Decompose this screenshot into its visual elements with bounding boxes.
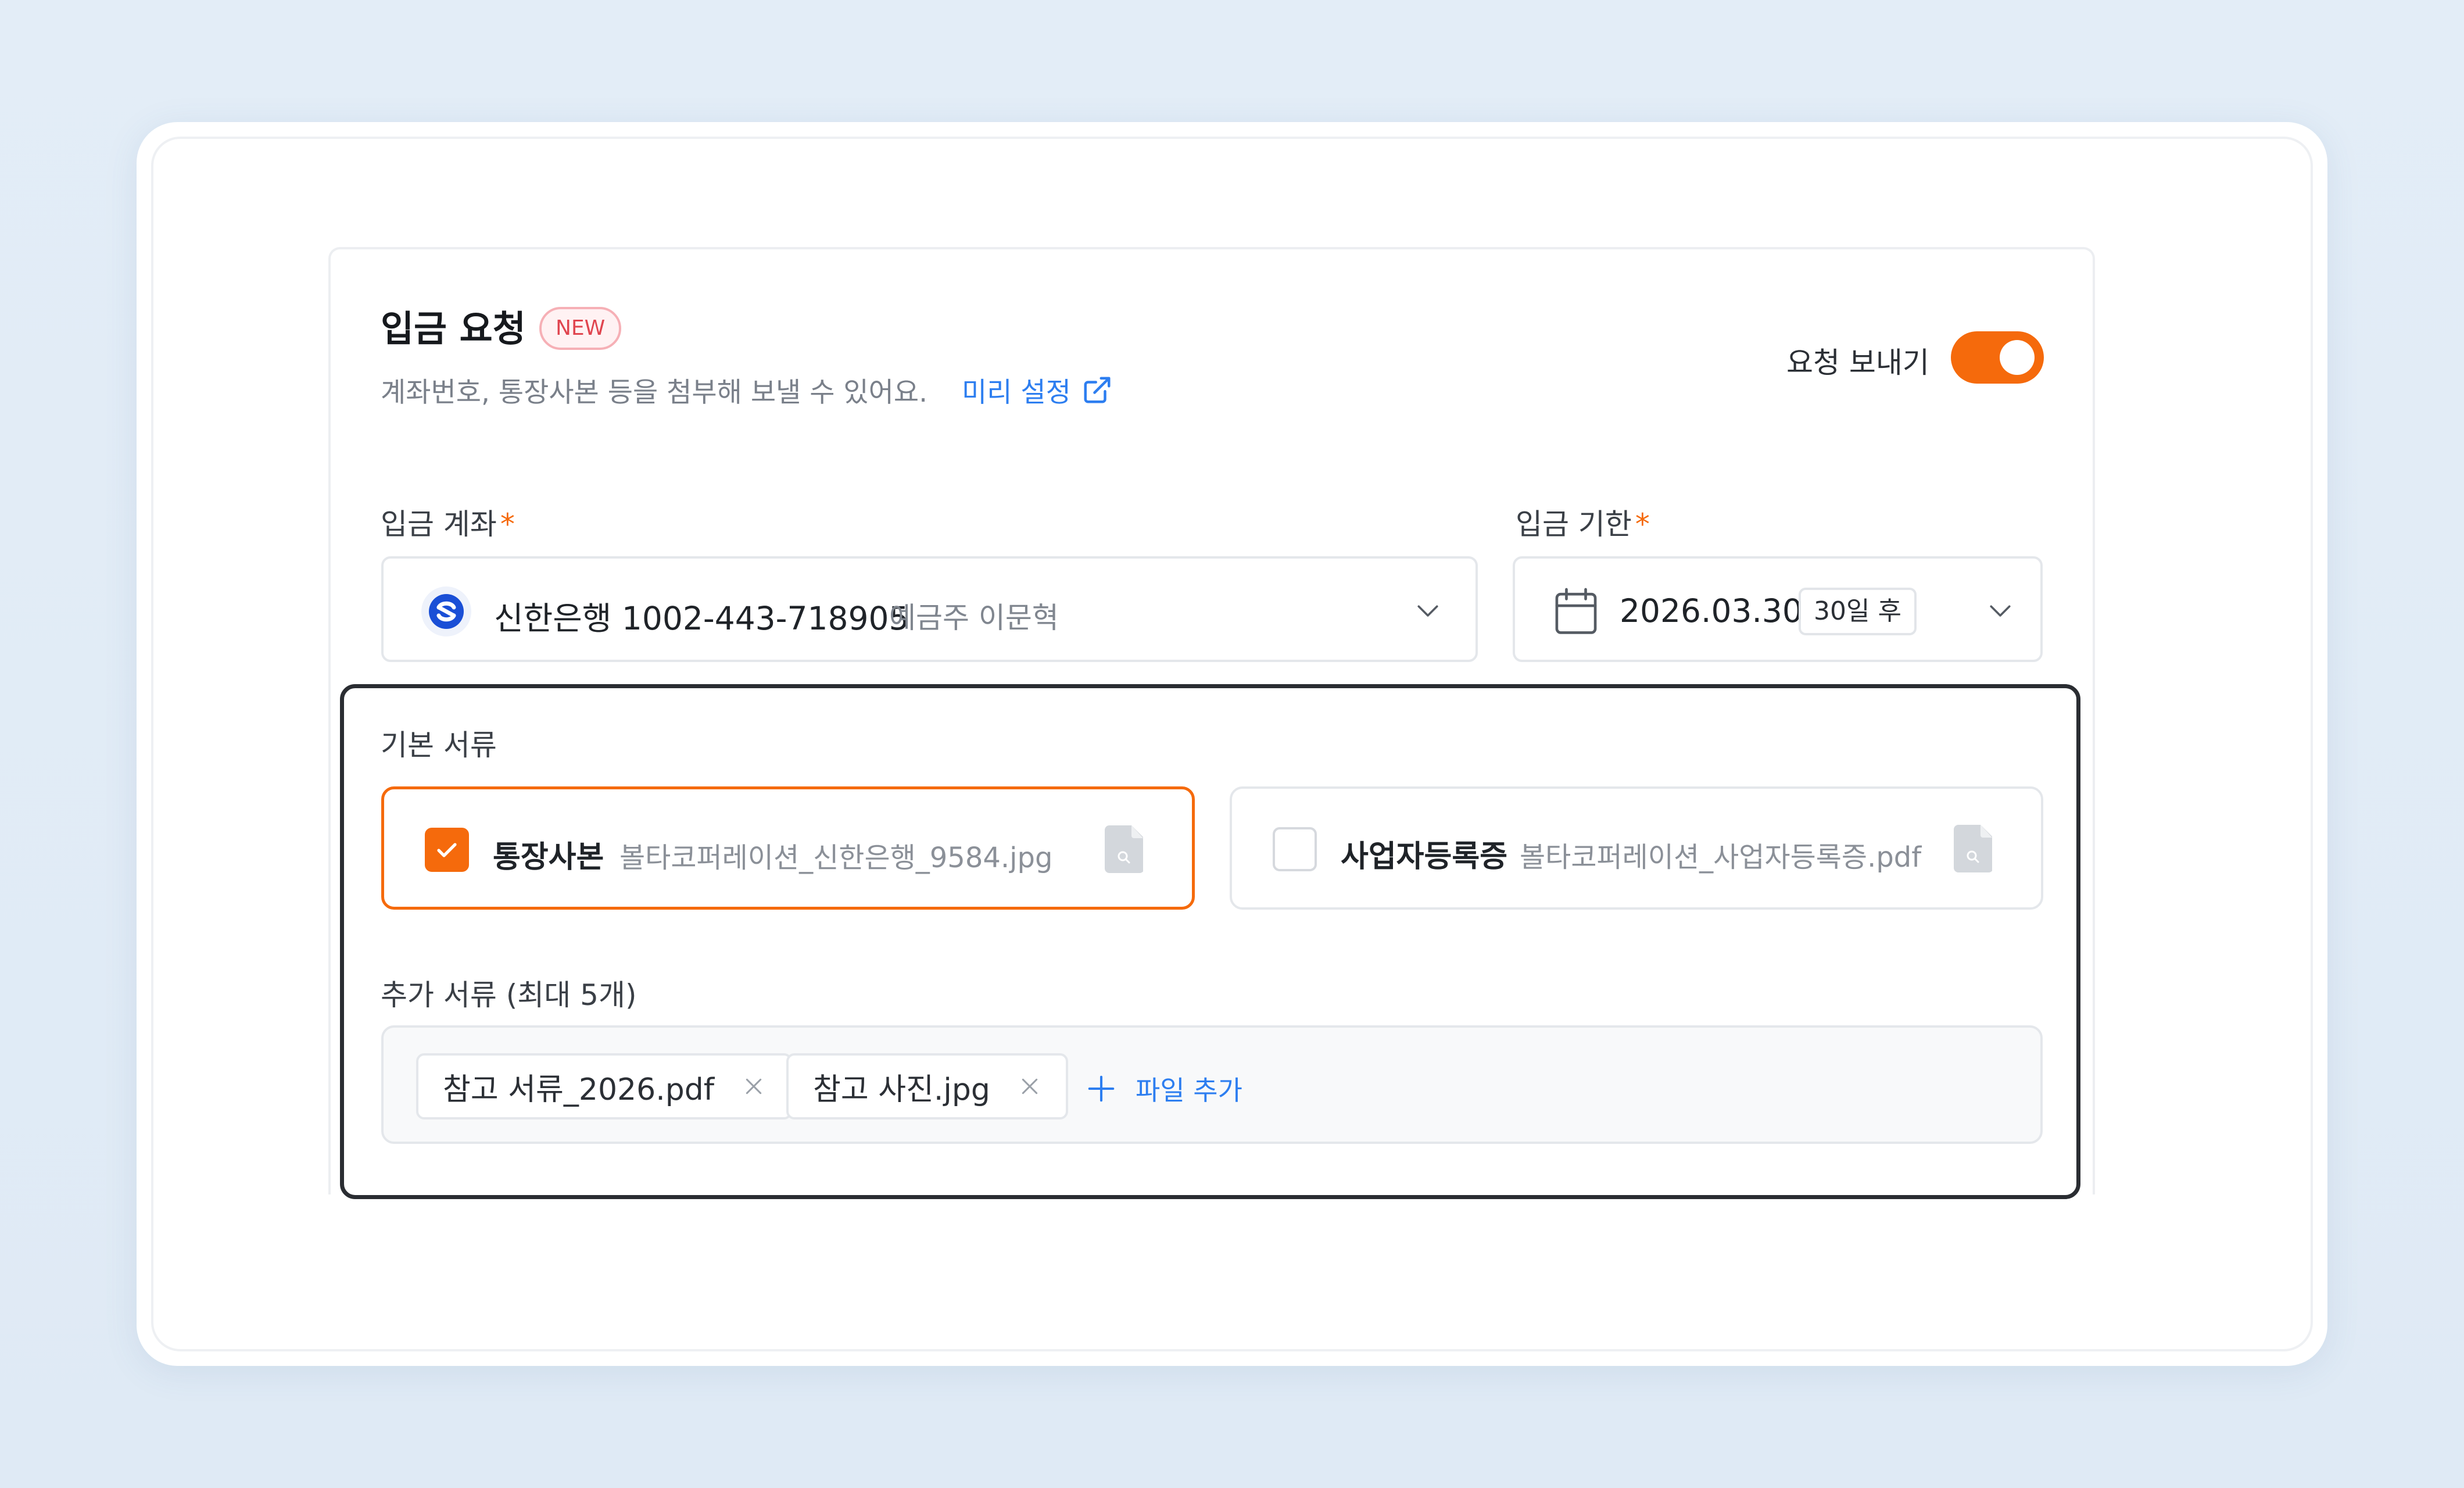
doc-name: 사업자등록증: [1341, 839, 1508, 874]
check-icon: [437, 843, 457, 857]
basic-docs-label: 기본 서류: [381, 728, 497, 762]
file-chip: 참고 사진.jpg: [786, 1053, 1068, 1119]
calendar-icon: [1555, 588, 1597, 634]
close-icon[interactable]: [742, 1075, 765, 1098]
external-link-icon: [1084, 377, 1111, 403]
plus-icon: [1088, 1075, 1115, 1102]
due-date-value: 2026.03.30: [1620, 592, 1803, 629]
preset-link-label: 미리 설정: [962, 377, 1071, 409]
account-label-text: 입금 계좌: [381, 507, 497, 541]
page-title: 입금 요청: [381, 307, 526, 350]
send-request-label: 요청 보내기: [1786, 346, 1929, 380]
send-request-toggle[interactable]: [1951, 331, 2044, 384]
file-chip-label: 참고 사진.jpg: [813, 1072, 990, 1107]
doc-file-name: 볼타코퍼레이션_사업자등록증.pdf: [1520, 841, 1922, 874]
preset-link[interactable]: 미리 설정: [962, 370, 1113, 410]
toggle-knob: [2000, 340, 2035, 375]
file-preview-icon[interactable]: [1954, 825, 1992, 872]
account-number: 신한은행 1002-443-718905: [494, 600, 909, 637]
new-badge: NEW: [539, 307, 622, 350]
extra-docs-label: 추가 서류 (최대 5개): [381, 978, 637, 1012]
chevron-down-icon: [1990, 605, 2011, 617]
doc-file-name: 볼타코퍼레이션_신한은행_9584.jpg: [619, 842, 1053, 874]
add-file-button[interactable]: 파일 추가: [1086, 1070, 1242, 1108]
business-license-checkbox[interactable]: [1273, 827, 1317, 871]
shinhan-bank-logo-icon: [421, 586, 471, 636]
doc-card-business-license[interactable]: 사업자등록증 볼타코퍼레이션_사업자등록증.pdf: [1230, 786, 2043, 910]
account-holder: 예금주 이문혁: [889, 601, 1059, 635]
due-date-label-text: 입금 기한: [1516, 507, 1632, 541]
chevron-down-icon: [1417, 605, 1438, 617]
file-preview-icon[interactable]: [1105, 825, 1143, 873]
required-mark: *: [1635, 507, 1650, 541]
due-date-field-label: 입금 기한 *: [1516, 501, 1650, 543]
extra-docs-dropzone[interactable]: 참고 서류_2026.pdf 참고 사진.jpg 파일 추가: [381, 1025, 2043, 1144]
doc-card-bankbook[interactable]: 통장사본 볼타코퍼레이션_신한은행_9584.jpg: [381, 786, 1195, 910]
account-field-label: 입금 계좌 *: [381, 501, 515, 543]
due-date-select[interactable]: 2026.03.30 30일 후: [1513, 556, 2043, 662]
close-icon[interactable]: [1018, 1075, 1041, 1098]
required-mark: *: [500, 507, 515, 541]
bankbook-checkbox[interactable]: [425, 828, 469, 872]
account-select[interactable]: 신한은행 1002-443-718905 예금주 이문혁: [381, 556, 1478, 662]
file-chip-label: 참고 서류_2026.pdf: [443, 1072, 715, 1107]
add-file-label: 파일 추가: [1136, 1075, 1242, 1106]
description-text: 계좌번호, 통장사본 등을 첨부해 보낼 수 있어요.: [381, 377, 928, 409]
doc-name: 통장사본: [493, 840, 604, 875]
file-chip: 참고 서류_2026.pdf: [416, 1053, 793, 1119]
relative-days-chip: 30일 후: [1799, 588, 1917, 635]
